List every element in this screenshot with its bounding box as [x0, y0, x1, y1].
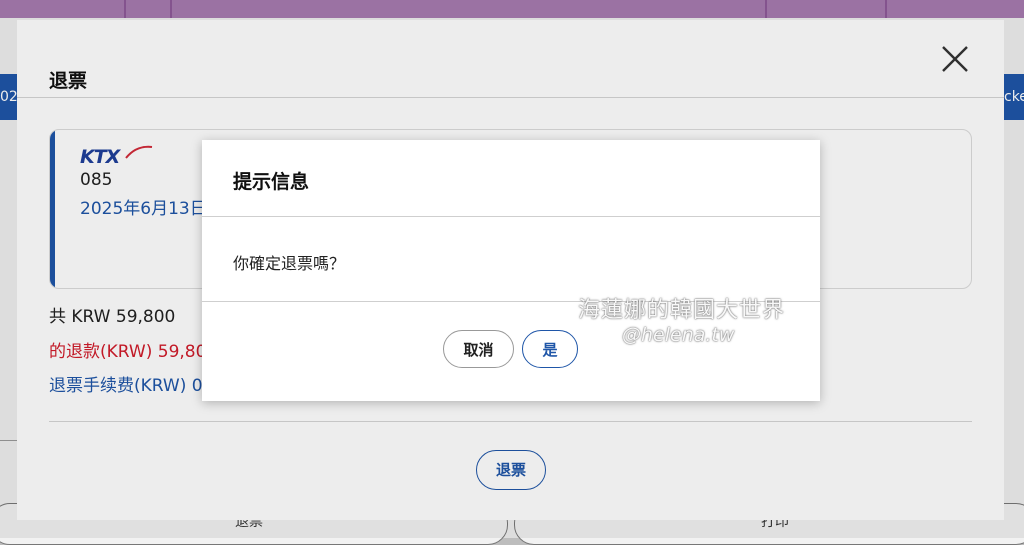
dialog-header-divider	[202, 216, 820, 217]
dialog-message: 你確定退票嗎？	[233, 254, 346, 273]
confirm-button[interactable]: 是	[522, 330, 578, 368]
confirm-dialog: 提示信息 你確定退票嗎？ 取消 是	[202, 140, 820, 401]
dialog-title: 提示信息	[233, 171, 310, 193]
watermark-title: 海蓮娜的韓國大世界	[578, 298, 786, 323]
watermark-handle: @helena.tw	[622, 324, 735, 346]
cancel-button[interactable]: 取消	[443, 330, 514, 368]
